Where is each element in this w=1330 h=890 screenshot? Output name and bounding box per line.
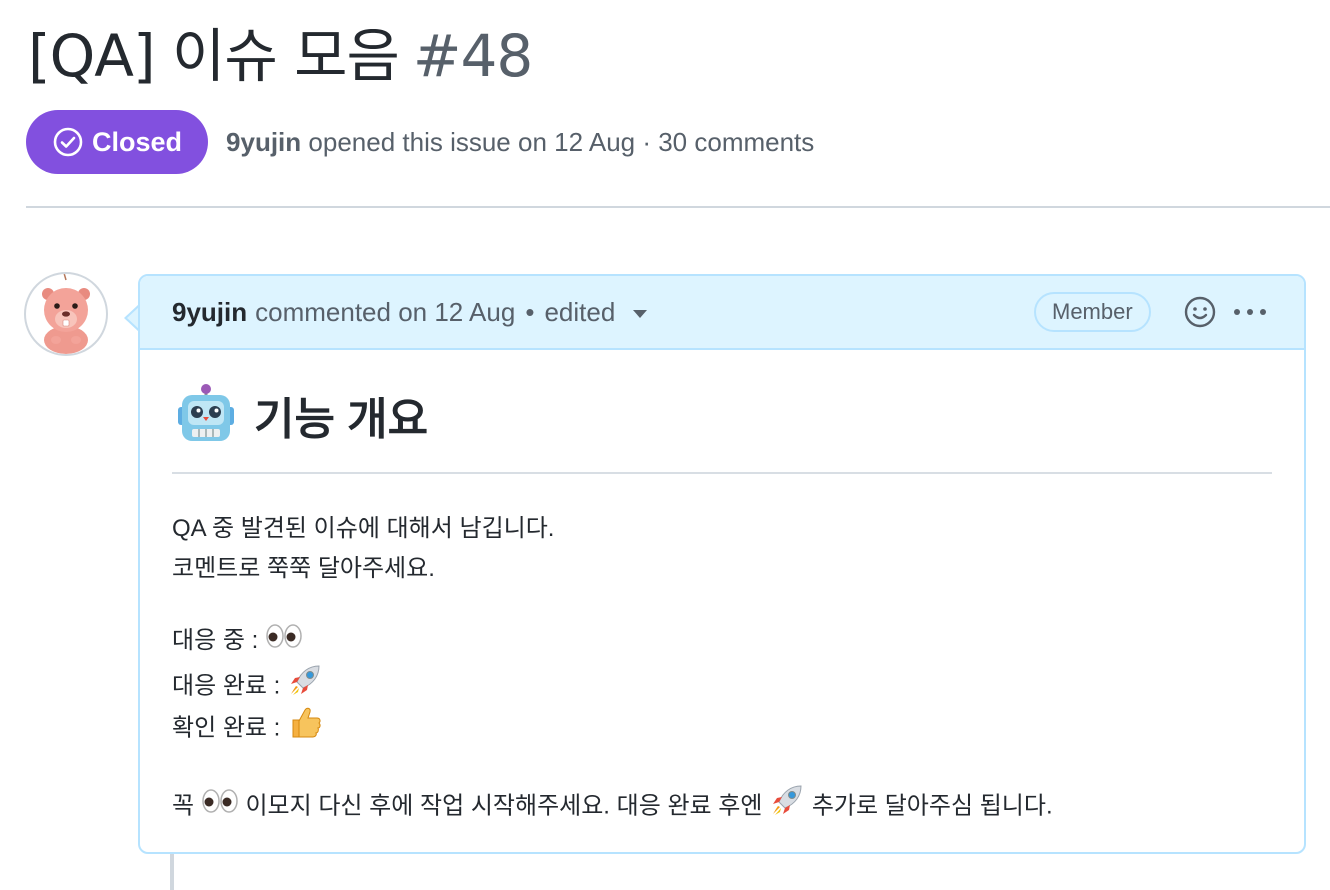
comment-box: 9yujin commented on 12 Aug • edited Memb… <box>138 274 1306 854</box>
comment-header: 9yujin commented on 12 Aug • edited Memb… <box>140 276 1304 350</box>
comment-menu-button[interactable] <box>1230 294 1270 330</box>
status-confirmed-text: 확인 완료 : <box>172 714 281 742</box>
robot-emoji-icon <box>174 383 238 447</box>
status-in-progress-text: 대응 중 : <box>172 627 259 654</box>
comment-author-link[interactable]: 9yujin <box>172 297 247 328</box>
status-line-in-progress: 대응 중 : <box>172 620 303 663</box>
status-line-confirmed: 확인 완료 : <box>172 704 323 754</box>
header-divider <box>26 206 1330 208</box>
note-part-1: 꼭 <box>172 792 195 820</box>
note-line: 꼭 이모지 다신 후에 작업 시작해주세요. 대응 완료 후엔 추가로 달아주심… <box>172 782 1053 832</box>
intro-line-2: 코멘트로 쭉쭉 달아주세요. <box>172 555 435 582</box>
beaver-avatar-icon <box>42 274 90 354</box>
chevron-down-icon[interactable] <box>633 310 648 318</box>
comment-separator: • <box>525 296 535 327</box>
heading-text: 기능 개요 <box>254 395 429 444</box>
comment-action-link[interactable]: commented on 12 Aug <box>255 297 515 328</box>
avatar[interactable] <box>24 272 108 356</box>
state-label: Closed <box>92 126 183 157</box>
issue-number: #48 <box>412 22 533 90</box>
issue-page: [QA] 이슈 모음 #48 Closed 9yujin opened this … <box>0 0 1330 890</box>
check-circle-icon <box>52 126 84 158</box>
issue-meta-row: Closed 9yujin opened this issue on 12 Au… <box>26 110 814 174</box>
intro-line-1: QA 중 발견된 이슈에 대해서 남깁니다. <box>172 515 555 542</box>
timeline-line <box>170 852 174 890</box>
issue-title-text: [QA] 이슈 모음 <box>28 22 400 90</box>
note-part-2: 이모지 다신 후에 작업 시작해주세요. 대응 완료 후엔 <box>245 792 763 820</box>
comment-header-meta: 9yujin commented on 12 Aug • edited <box>172 276 648 348</box>
kebab-horizontal-icon <box>1234 309 1266 315</box>
issue-meta-text: 9yujin opened this issue on 12 Aug · 30 … <box>226 127 814 158</box>
thumbs-up-emoji-icon <box>287 704 323 754</box>
eyes-emoji-icon <box>265 621 303 663</box>
state-badge: Closed <box>26 110 209 174</box>
eyes-emoji-icon <box>201 786 239 828</box>
heading-rule <box>172 472 1272 474</box>
issue-author-link[interactable]: 9yujin <box>226 127 301 157</box>
add-reaction-button[interactable] <box>1182 294 1218 330</box>
edited-dropdown-label[interactable]: edited <box>544 297 615 328</box>
body-heading: 기능 개요 <box>174 380 428 450</box>
note-part-3: 추가로 달아주심 됩니다. <box>811 792 1053 820</box>
smiley-icon <box>1184 296 1216 328</box>
rocket-emoji-icon <box>769 782 805 832</box>
issue-opened-text: opened this issue on 12 Aug · 30 comment… <box>308 126 815 157</box>
role-badge: Member <box>1034 292 1151 332</box>
issue-title: [QA] 이슈 모음 #48 <box>28 18 533 94</box>
status-done-text: 대응 완료 : <box>172 672 281 700</box>
